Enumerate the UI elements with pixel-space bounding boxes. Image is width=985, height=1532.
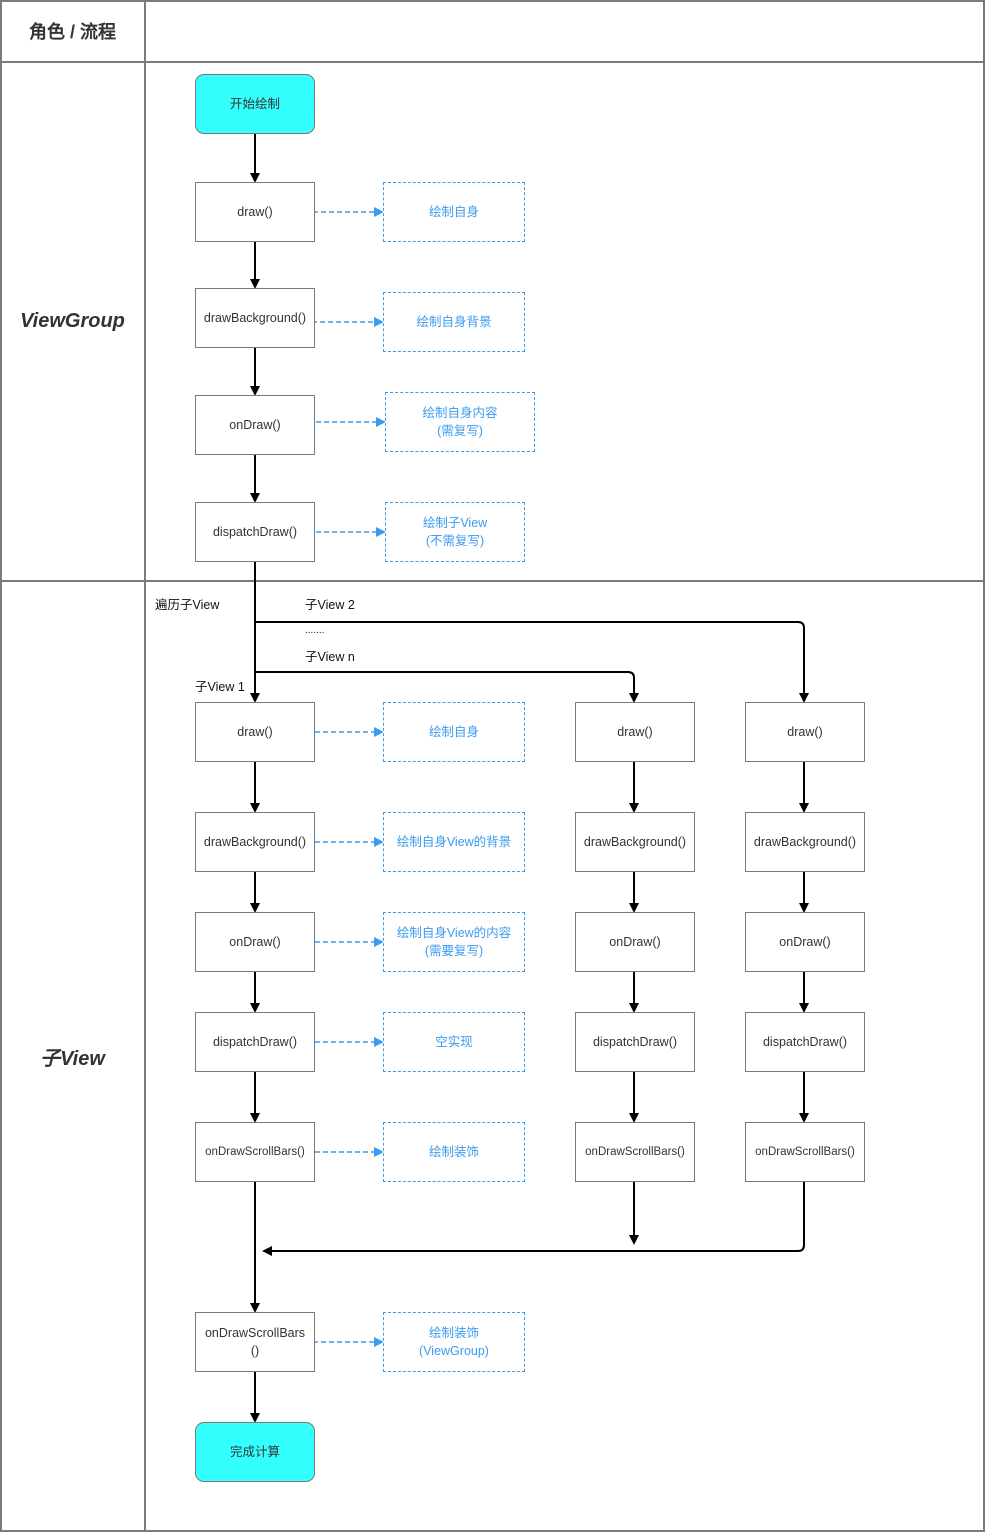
flow-arrow-branch-childn (255, 671, 639, 703)
c2-ondraw-node: onDraw() (745, 912, 865, 972)
vg-dispatchdraw-note: 绘制子View (不需复写) (385, 502, 525, 562)
cn-ondraw-node: onDraw() (575, 912, 695, 972)
start-node: 开始绘制 (195, 74, 315, 134)
vg-ondraw-note: 绘制自身内容 (需复写) (385, 392, 535, 452)
c1-drawbackground-note: 绘制自身View的背景 (383, 812, 525, 872)
c2-dispatchdraw-node: dispatchDraw() (745, 1012, 865, 1072)
swimlane-diagram: 角色 / 流程 ViewGroup 子View 开始绘制 draw() 绘制自身… (0, 0, 985, 1532)
c1-ondrawscrollbars-note: 绘制装饰 (383, 1122, 525, 1182)
cn-dispatchdraw-node: dispatchDraw() (575, 1012, 695, 1072)
vg-ondrawscrollbars-node: onDrawScrollBars () (195, 1312, 315, 1372)
grid-border-top (0, 0, 985, 2)
c2-ondrawscrollbars-node: onDrawScrollBars() (745, 1122, 865, 1182)
vg-dispatchdraw-node: dispatchDraw() (195, 502, 315, 562)
c1-draw-node: draw() (195, 702, 315, 762)
cn-ondrawscrollbars-node: onDrawScrollBars() (575, 1122, 695, 1182)
branch-label-ellipsis: ....... (305, 625, 325, 636)
branch-label-child-n: 子View n (305, 650, 355, 664)
c1-ondraw-node: onDraw() (195, 912, 315, 972)
grid-lane-divider (0, 580, 985, 582)
vg-draw-note: 绘制自身 (383, 182, 525, 242)
c1-drawbackground-node: drawBackground() (195, 812, 315, 872)
vg-drawbackground-note: 绘制自身背景 (383, 292, 525, 352)
branch-label-child-2: 子View 2 (305, 598, 355, 612)
branch-label-child-1: 子View 1 (195, 680, 245, 694)
c2-drawbackground-node: drawBackground() (745, 812, 865, 872)
vg-ondraw-node: onDraw() (195, 395, 315, 455)
lane-label-child-view: 子View (40, 1047, 105, 1070)
c1-dispatchdraw-note: 空实现 (383, 1012, 525, 1072)
c1-ondrawscrollbars-node: onDrawScrollBars() (195, 1122, 315, 1182)
c2-draw-node: draw() (745, 702, 865, 762)
end-node: 完成计算 (195, 1422, 315, 1482)
vg-ondrawscrollbars-note: 绘制装饰 (ViewGroup) (383, 1312, 525, 1372)
vg-drawbackground-node: drawBackground() (195, 288, 315, 348)
vg-draw-node: draw() (195, 182, 315, 242)
cn-draw-node: draw() (575, 702, 695, 762)
lane-label-viewgroup: ViewGroup (20, 309, 125, 332)
c1-dispatchdraw-node: dispatchDraw() (195, 1012, 315, 1072)
grid-header-divider (0, 61, 985, 63)
header-title: 角色 / 流程 (28, 22, 116, 42)
c1-ondraw-note: 绘制自身View的内容 (需要复写) (383, 912, 525, 972)
cn-drawbackground-node: drawBackground() (575, 812, 695, 872)
traverse-label: 遍历子View (155, 598, 220, 612)
c1-draw-note: 绘制自身 (383, 702, 525, 762)
flow-arrow-child2-return (262, 1182, 805, 1256)
